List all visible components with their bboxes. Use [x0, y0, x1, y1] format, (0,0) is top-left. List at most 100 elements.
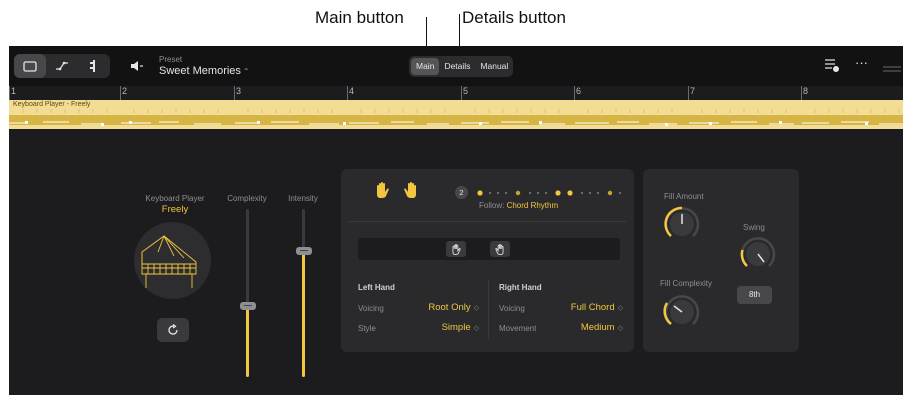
bar-marker: [234, 86, 235, 100]
details-callout-line: [459, 14, 460, 49]
score-view-button[interactable]: [78, 54, 110, 78]
right-hand-title: Right Hand: [499, 283, 542, 292]
right-voicing-label: Voicing: [499, 304, 525, 313]
follow-label: Follow:: [479, 201, 507, 210]
main-button-callout: Main button: [315, 8, 404, 27]
bar-marker: [347, 86, 348, 100]
bar-marker: [461, 86, 462, 100]
refresh-icon: [168, 324, 178, 335]
bar-number: 2: [122, 86, 128, 96]
player-caption: Keyboard Player: [145, 194, 205, 203]
chevron-updown-icon: ◇: [617, 325, 623, 332]
left-style-label: Style: [358, 324, 376, 333]
right-movement-selector[interactable]: Medium ◇: [546, 322, 623, 333]
bar-ruler[interactable]: 1 2 3 4 5 6 7 8: [9, 86, 903, 100]
more-button[interactable]: ···: [855, 55, 868, 70]
hand-icon: [495, 243, 504, 255]
tab-manual[interactable]: Manual: [475, 58, 513, 75]
left-voicing-value: Root Only: [428, 302, 471, 313]
bar-number: 4: [349, 86, 355, 96]
piano-image[interactable]: [134, 222, 211, 299]
player-editor-panel: Keyboard Player Freely Complexity Intens…: [9, 129, 903, 395]
left-hand-icon[interactable]: [374, 181, 390, 204]
tab-main[interactable]: Main: [411, 58, 440, 75]
complexity-slider-thumb[interactable]: [240, 302, 256, 311]
left-hand-title: Left Hand: [358, 283, 395, 292]
right-voicing-selector[interactable]: Full Chord ◇: [546, 302, 623, 313]
sliders-settings-icon[interactable]: [824, 57, 840, 78]
right-voicing-value: Full Chord: [570, 302, 615, 313]
intensity-label: Intensity: [288, 194, 318, 203]
intensity-fill: [302, 251, 305, 377]
keyboard-range-strip[interactable]: [358, 238, 620, 260]
hand-icon: [452, 243, 461, 255]
region-tick-marks: [22, 109, 900, 113]
chevron-updown-icon: ⌃: [242, 67, 250, 76]
bar-number: 6: [576, 86, 582, 96]
fill-complexity-dial: [663, 295, 700, 325]
bar-marker: [574, 86, 575, 100]
right-hand-icon[interactable]: [403, 181, 419, 204]
view-tab-control: Main Details Manual: [409, 56, 513, 77]
follow-setting[interactable]: Follow: Chord Rhythm: [479, 201, 558, 210]
player-name: Freely: [161, 204, 189, 215]
complexity-fill: [246, 306, 249, 377]
right-movement-label: Movement: [499, 324, 537, 333]
chevron-updown-icon: ◇: [617, 305, 623, 312]
preset-selector[interactable]: Sweet Memories ⌃: [159, 65, 250, 77]
fill-complexity-knob[interactable]: [663, 293, 701, 331]
bar-marker: [9, 86, 10, 100]
right-hand-range-handle[interactable]: [490, 241, 510, 257]
left-hand-range-handle[interactable]: [446, 241, 466, 257]
bar-marker: [120, 86, 121, 100]
follow-value: Chord Rhythm: [506, 201, 559, 210]
chevron-updown-icon: ◇: [473, 305, 479, 312]
chevron-updown-icon: ◇: [473, 325, 479, 332]
refresh-button[interactable]: [157, 318, 189, 342]
tab-details[interactable]: Details: [439, 58, 475, 75]
variation-count-badge: 2: [455, 186, 468, 199]
grand-piano-icon: [141, 235, 197, 288]
rectangle-icon: [23, 60, 37, 72]
left-style-selector[interactable]: Simple ◇: [411, 322, 479, 333]
speaker-icon[interactable]: [129, 58, 145, 74]
fill-complexity-label: Fill Complexity: [660, 279, 713, 288]
left-voicing-selector[interactable]: Root Only ◇: [411, 302, 479, 313]
fill-amount-dial: [664, 206, 700, 237]
automation-curve-icon: [56, 61, 68, 71]
bar-marker: [801, 86, 802, 100]
complexity-label: Complexity: [227, 194, 267, 203]
toolbar: Preset Sweet Memories ⌃ Main Details Manu…: [9, 46, 903, 86]
swing-knob[interactable]: [739, 235, 777, 273]
drag-handle-icon[interactable]: [883, 60, 901, 78]
swing-resolution-button[interactable]: 8th: [737, 286, 772, 304]
fill-amount-knob[interactable]: [663, 205, 701, 243]
details-button-callout: Details button: [462, 8, 566, 27]
fills-card: Fill Amount Swing Fill Complexity 8th: [643, 169, 799, 352]
preset-caption: Preset: [159, 55, 183, 64]
score-icon: [90, 60, 95, 72]
bar-number: 8: [803, 86, 809, 96]
view-mode-group: [14, 54, 110, 78]
session-player-region[interactable]: Keyboard Player - Freely: [9, 100, 903, 129]
divider: [349, 221, 626, 222]
left-style-value: Simple: [441, 322, 471, 333]
region-note-lane: [9, 115, 903, 126]
pattern-variation-dots[interactable]: [476, 188, 626, 198]
region-view-button[interactable]: [14, 54, 46, 78]
bar-number: 1: [11, 86, 17, 96]
intensity-slider-thumb[interactable]: [296, 247, 312, 255]
left-voicing-label: Voicing: [358, 304, 384, 313]
swing-dial: [740, 237, 776, 267]
region-name: Keyboard Player - Freely: [13, 101, 91, 108]
right-movement-value: Medium: [580, 322, 615, 333]
hand-divider: [488, 279, 489, 339]
pattern-card: 2 Follow: Chord Rhythm Left Hand Voicing…: [341, 169, 634, 352]
fill-amount-label: Fill Amount: [664, 192, 704, 201]
main-callout-line: [426, 17, 427, 49]
bar-number: 5: [463, 86, 469, 96]
swing-label: Swing: [743, 223, 765, 232]
region-notes: [9, 121, 903, 126]
bar-number: 7: [690, 86, 696, 96]
automation-view-button[interactable]: [46, 54, 78, 78]
